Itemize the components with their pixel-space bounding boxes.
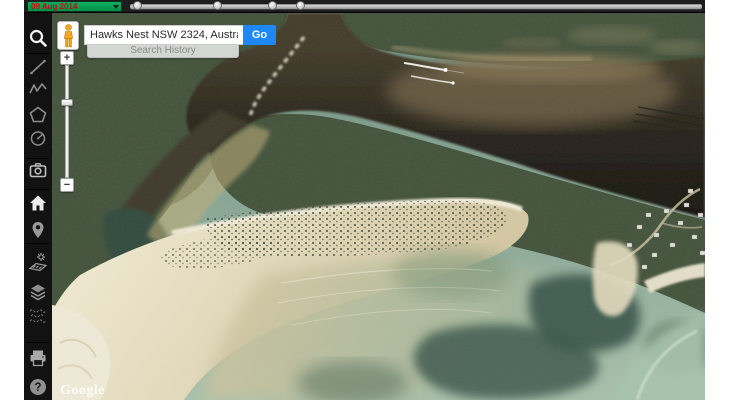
dropdown-caret-icon: [113, 5, 119, 9]
pegman-control[interactable]: [57, 21, 79, 50]
sidebar-tool-help[interactable]: ?: [28, 377, 48, 397]
layers-icon: [28, 282, 48, 302]
camera-icon: [28, 160, 48, 180]
pegman-icon: [62, 24, 75, 48]
print-icon: [28, 348, 48, 368]
aerial-imagery[interactable]: Google: [52, 13, 705, 400]
date-selector-value: 09 Aug 2014: [31, 2, 77, 11]
timeline-toolbar: 09 Aug 2014: [24, 0, 705, 13]
sidebar-tool-terrain-sketch[interactable]: [28, 305, 48, 325]
measure-circle-icon: [28, 128, 48, 148]
sidebar-tool-sun-shadow[interactable]: [28, 252, 48, 272]
map-viewport[interactable]: Google Go Search History + −: [52, 13, 705, 400]
sidebar-divider: [27, 158, 49, 159]
date-selector[interactable]: 09 Aug 2014: [27, 1, 122, 12]
location-pin-icon: [28, 220, 48, 240]
search-input[interactable]: [84, 25, 243, 45]
sidebar-tool-measure-line[interactable]: [28, 57, 48, 77]
sidebar-tool-measure-area[interactable]: [28, 105, 48, 125]
sidebar-divider: [27, 189, 49, 190]
sidebar-tool-measure-circle[interactable]: [28, 128, 48, 148]
measure-area-icon: [28, 105, 48, 125]
help-icon: ?: [28, 377, 48, 397]
timeline-handle[interactable]: [213, 1, 222, 10]
zoom-out-button[interactable]: −: [60, 178, 74, 192]
google-watermark: Google: [60, 383, 105, 398]
zoom-slider-track[interactable]: [65, 65, 69, 178]
sidebar-tool-home[interactable]: [28, 193, 48, 213]
search-icon: [28, 28, 48, 48]
sidebar-tool-search[interactable]: [28, 28, 48, 48]
timeline-handle[interactable]: [133, 1, 142, 10]
measure-line-icon: [28, 57, 48, 77]
sidebar-tool-layers[interactable]: [28, 282, 48, 302]
screenshot-root: 09 Aug 2014 ?: [0, 0, 737, 400]
svg-text:?: ?: [34, 382, 41, 394]
zoom-slider-handle[interactable]: [61, 99, 73, 106]
sidebar-tool-print[interactable]: [28, 348, 48, 368]
sidebar-tool-location-pin[interactable]: [28, 220, 48, 240]
home-icon: [28, 193, 48, 213]
photo-grain: [52, 13, 705, 400]
measure-path-icon: [28, 80, 48, 100]
search-history-button[interactable]: Search History: [87, 45, 239, 58]
timeline-track[interactable]: [130, 4, 702, 9]
sidebar-tool-camera[interactable]: [28, 160, 48, 180]
timeline-handle[interactable]: [268, 1, 277, 10]
terrain-sketch-icon: [28, 305, 48, 325]
sidebar-divider: [27, 53, 49, 54]
zoom-in-button[interactable]: +: [60, 51, 74, 65]
sidebar-divider: [27, 342, 49, 343]
toolbar-sidebar: ?: [24, 13, 52, 400]
timeline-handle[interactable]: [296, 1, 305, 10]
sidebar-divider: [27, 243, 49, 244]
sun-shadow-icon: [28, 252, 48, 272]
sidebar-tool-measure-path[interactable]: [28, 80, 48, 100]
go-button[interactable]: Go: [243, 25, 276, 45]
